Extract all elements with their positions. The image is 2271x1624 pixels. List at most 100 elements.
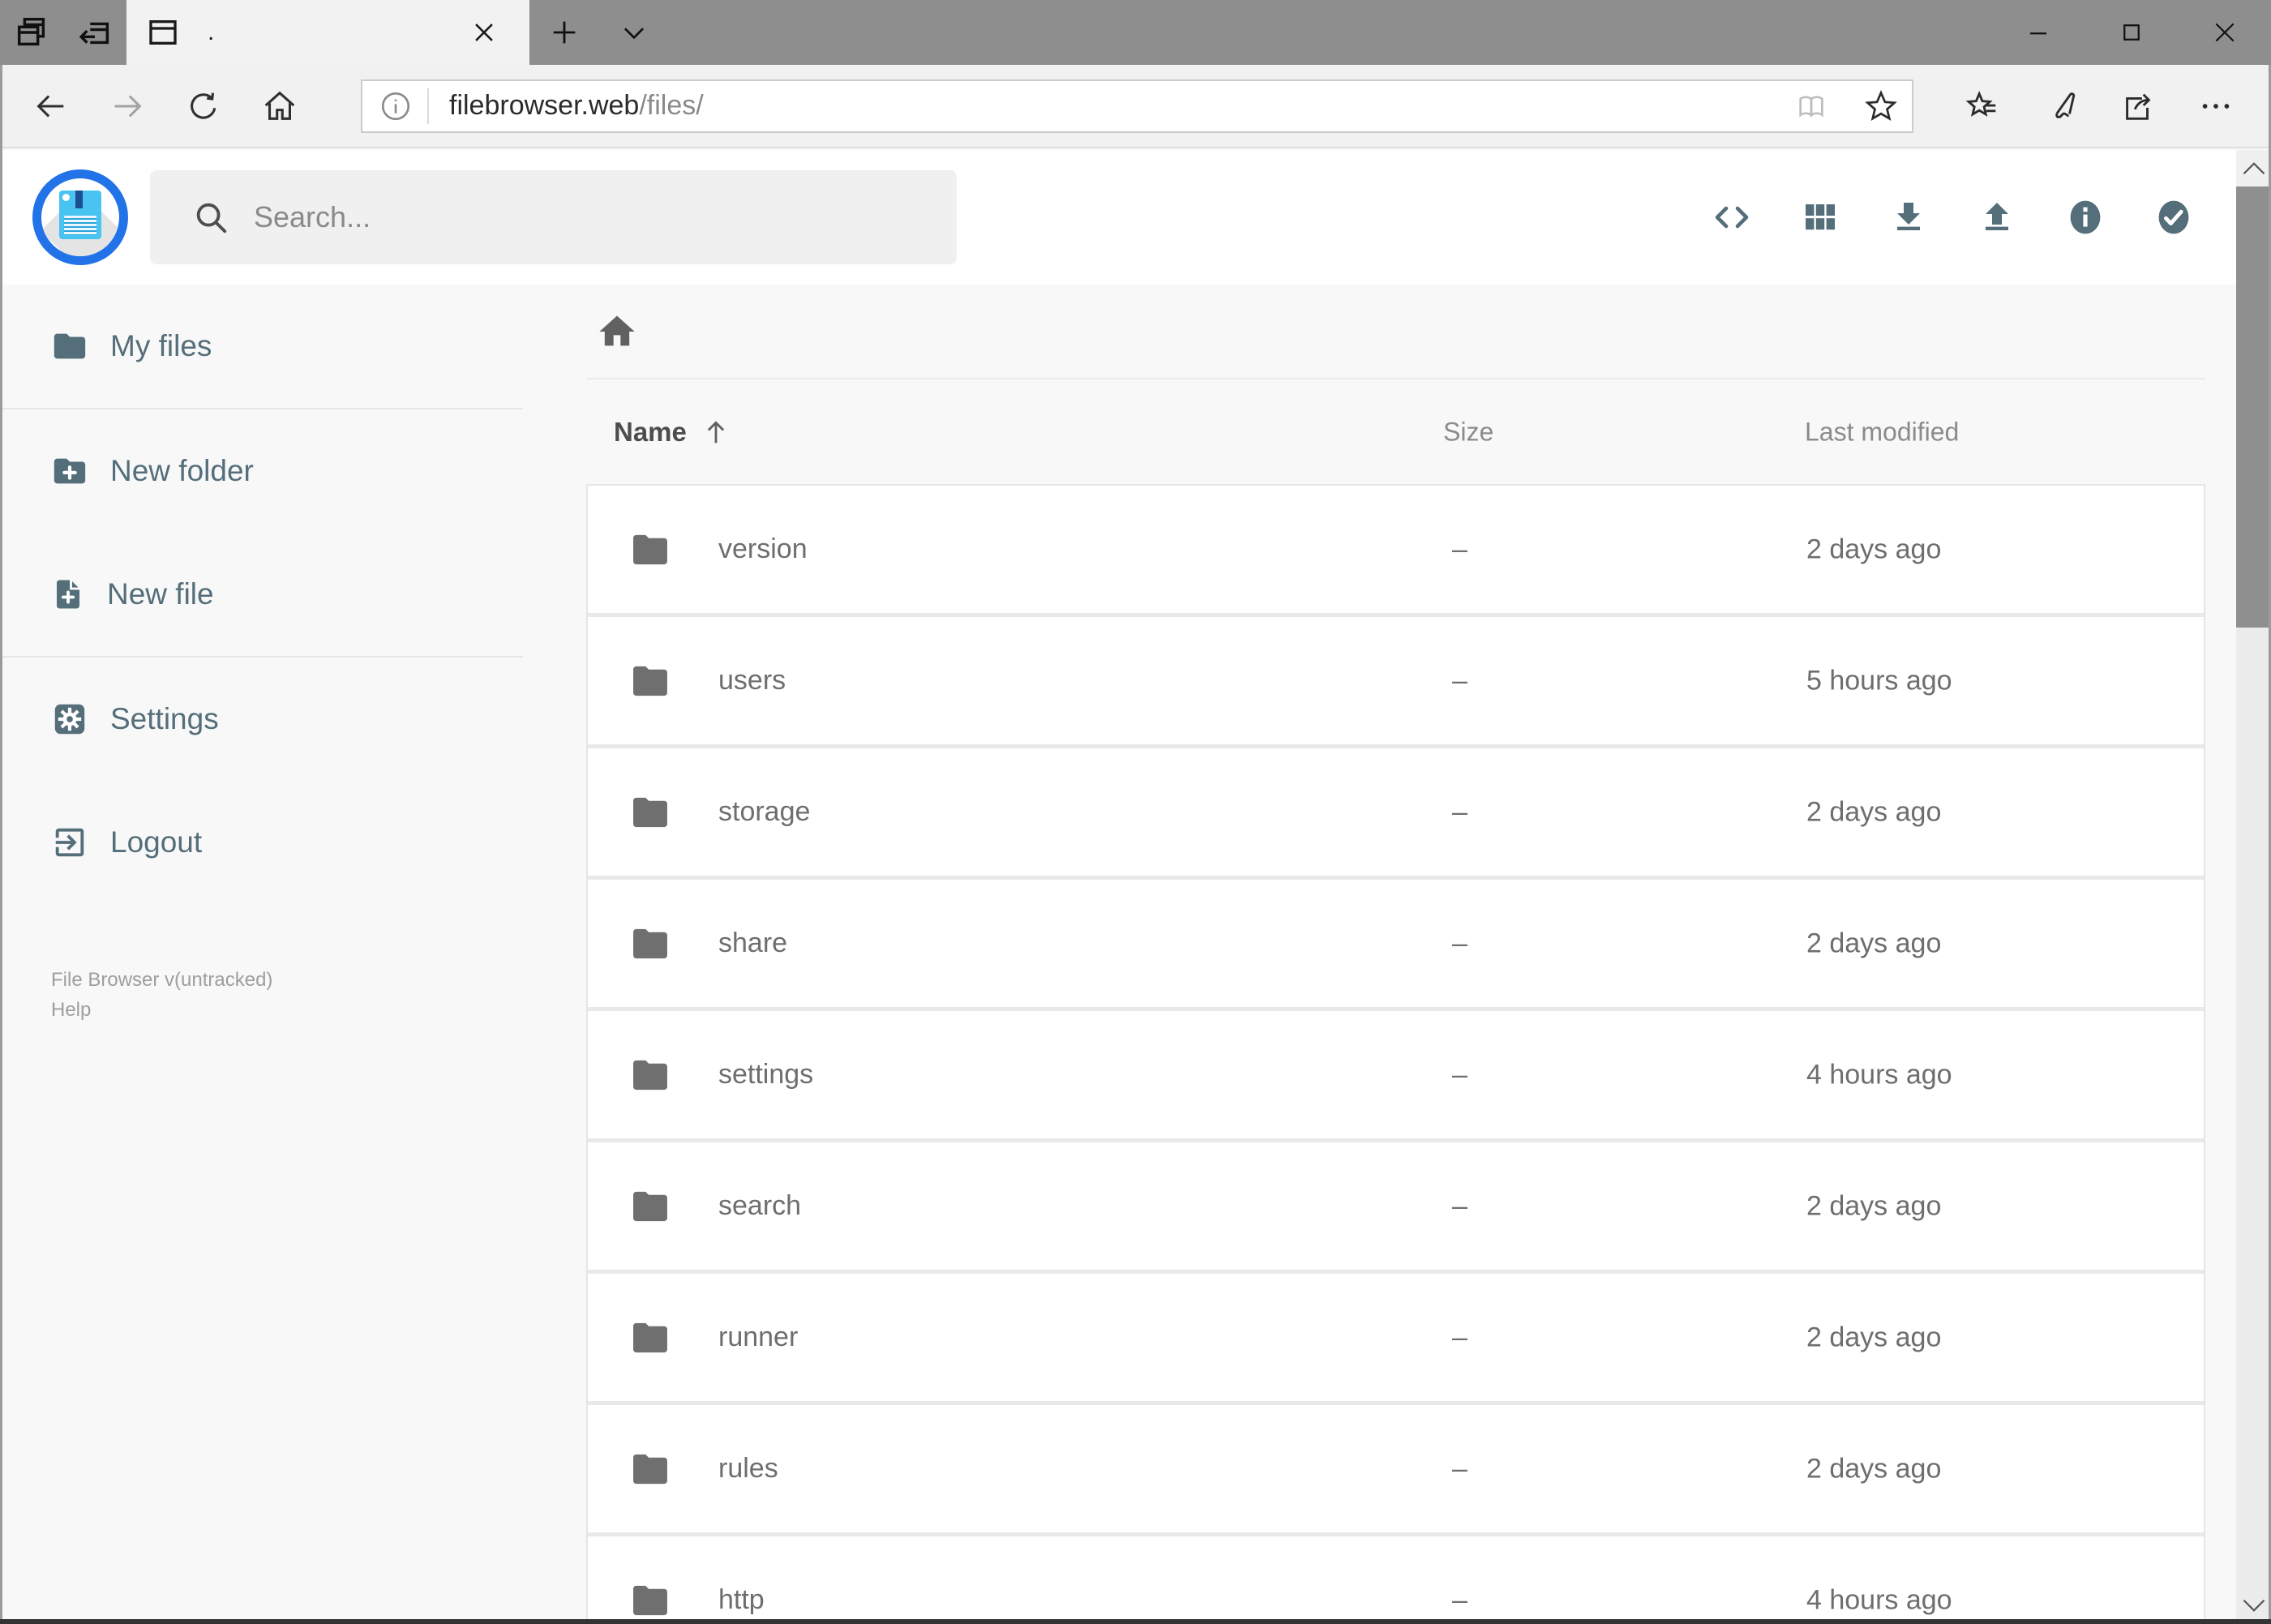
new-tab-button[interactable] (529, 0, 599, 65)
sidebar-item-logout[interactable]: Logout (0, 781, 523, 904)
file-name: http (718, 1584, 765, 1615)
tab-bar: . (0, 0, 2271, 65)
file-modified: 4 hours ago (1806, 1584, 1952, 1615)
file-modified: 4 hours ago (1806, 1059, 1952, 1090)
column-header-modified[interactable]: Last modified (1805, 417, 1959, 447)
file-name: search (718, 1190, 802, 1221)
file-row-search[interactable]: search – 2 days ago (588, 1142, 2204, 1270)
sidebar-item-new-folder[interactable]: New folder (0, 409, 523, 533)
browser-window: . filebrowser.web/files/ Search... My fi… (0, 0, 2271, 1624)
file-name: runner (718, 1322, 799, 1352)
set-tabs-aside-icon[interactable] (63, 0, 126, 65)
upload-icon[interactable] (1977, 198, 2016, 237)
add-favorite-star-icon[interactable] (1863, 88, 1899, 124)
select-check-icon[interactable] (2154, 198, 2193, 237)
tab-close-icon[interactable] (460, 0, 508, 65)
filebrowser-logo-icon[interactable] (32, 169, 128, 265)
file-size: – (1452, 796, 1468, 827)
sidebar: My files New folder New file Settings Lo… (0, 285, 523, 1624)
sidebar-item-my-files[interactable]: My files (0, 285, 523, 408)
file-row-http[interactable]: http – 4 hours ago (588, 1536, 2204, 1624)
forward-button[interactable] (109, 88, 146, 125)
web-notes-pen-icon[interactable] (2042, 88, 2079, 125)
tab-title: . (208, 19, 215, 45)
address-bar-divider (427, 88, 429, 124)
file-row-runner[interactable]: runner – 2 days ago (588, 1274, 2204, 1401)
scrollbar-thumb[interactable] (2236, 186, 2271, 628)
share-icon[interactable] (2119, 88, 2157, 125)
sidebar-item-settings[interactable]: Settings (0, 658, 523, 781)
file-modified: 5 hours ago (1806, 665, 1952, 696)
file-modified: 2 days ago (1806, 796, 1942, 827)
search-input[interactable] (254, 200, 957, 234)
raw-view-code-icon[interactable] (1712, 198, 1751, 237)
file-row-users[interactable]: users – 5 hours ago (588, 617, 2204, 744)
hub-favorites-icon[interactable] (1964, 88, 2001, 125)
folder-icon (633, 1454, 667, 1484)
more-options-icon[interactable] (2197, 88, 2235, 125)
file-row-rules[interactable]: rules – 2 days ago (588, 1405, 2204, 1532)
file-name: users (718, 665, 786, 696)
file-rows: version – 2 days ago users – 5 hours ago (586, 484, 2205, 1624)
browser-tab[interactable]: . (126, 0, 529, 65)
scrollbar-up-icon[interactable] (2236, 150, 2271, 186)
file-modified: 2 days ago (1806, 533, 1942, 564)
settings-icon (54, 704, 85, 735)
home-button[interactable] (261, 88, 298, 125)
sidebar-item-label: New folder (110, 454, 254, 487)
window-border-bottom (0, 1619, 2271, 1624)
sort-ascending-icon (707, 420, 725, 443)
file-size: – (1452, 665, 1468, 696)
folder-icon (54, 333, 86, 359)
page-scrollbar[interactable] (2236, 150, 2271, 1624)
reading-view-icon[interactable] (1793, 90, 1829, 122)
info-icon[interactable] (2066, 198, 2105, 237)
logout-icon (55, 828, 84, 857)
back-button[interactable] (32, 88, 70, 125)
file-row-settings[interactable]: settings – 4 hours ago (588, 1011, 2204, 1138)
folder-plus-icon (54, 458, 86, 484)
file-name: storage (718, 796, 811, 827)
sidebar-item-label: My files (110, 329, 212, 362)
grid-view-icon[interactable] (1801, 198, 1840, 237)
file-plus-icon (57, 580, 79, 609)
file-name: settings (718, 1059, 814, 1090)
folder-icon (633, 1191, 667, 1221)
breadcrumb-home-icon[interactable] (596, 311, 638, 353)
file-name: rules (718, 1453, 778, 1484)
close-window-button[interactable] (2178, 0, 2271, 65)
file-size: – (1452, 1584, 1468, 1615)
sidebar-item-label: Logout (110, 825, 203, 859)
file-size: – (1452, 1190, 1468, 1221)
file-size: – (1452, 1059, 1468, 1090)
sidebar-footer: File Browser v(untracked) Help (51, 965, 523, 1025)
refresh-button[interactable] (185, 88, 222, 125)
url-text[interactable]: filebrowser.web/files/ (449, 90, 1793, 122)
column-header-size[interactable]: Size (1443, 417, 1493, 447)
file-row-version[interactable]: version – 2 days ago (588, 486, 2204, 613)
floppy-disk-icon (59, 191, 101, 239)
column-header-name[interactable]: Name (614, 416, 732, 448)
url-host: filebrowser.web (449, 90, 640, 121)
file-row-storage[interactable]: storage – 2 days ago (588, 748, 2204, 876)
app-header (0, 150, 2236, 285)
search-icon (196, 203, 227, 234)
listing-header: Name Size Last modified (586, 379, 2205, 484)
search-bar[interactable] (150, 170, 957, 264)
scrollbar-down-icon[interactable] (2236, 1596, 2271, 1614)
site-info-icon[interactable] (379, 89, 413, 123)
file-size: – (1452, 533, 1468, 564)
minimize-button[interactable] (1991, 0, 2085, 65)
help-link[interactable]: Help (51, 995, 523, 1025)
sidebar-item-new-file[interactable]: New file (0, 533, 523, 656)
maximize-button[interactable] (2085, 0, 2178, 65)
file-listing: Name Size Last modified version – 2 days… (523, 285, 2236, 1624)
download-icon[interactable] (1889, 198, 1928, 237)
tab-preview-icon[interactable] (0, 0, 63, 65)
titlebar-drag-area (669, 0, 1991, 65)
file-row-share[interactable]: share – 2 days ago (588, 880, 2204, 1007)
file-modified: 2 days ago (1806, 1453, 1942, 1484)
address-bar[interactable]: filebrowser.web/files/ (361, 79, 1913, 133)
file-size: – (1452, 1322, 1468, 1352)
tab-list-dropdown-icon[interactable] (599, 0, 669, 65)
